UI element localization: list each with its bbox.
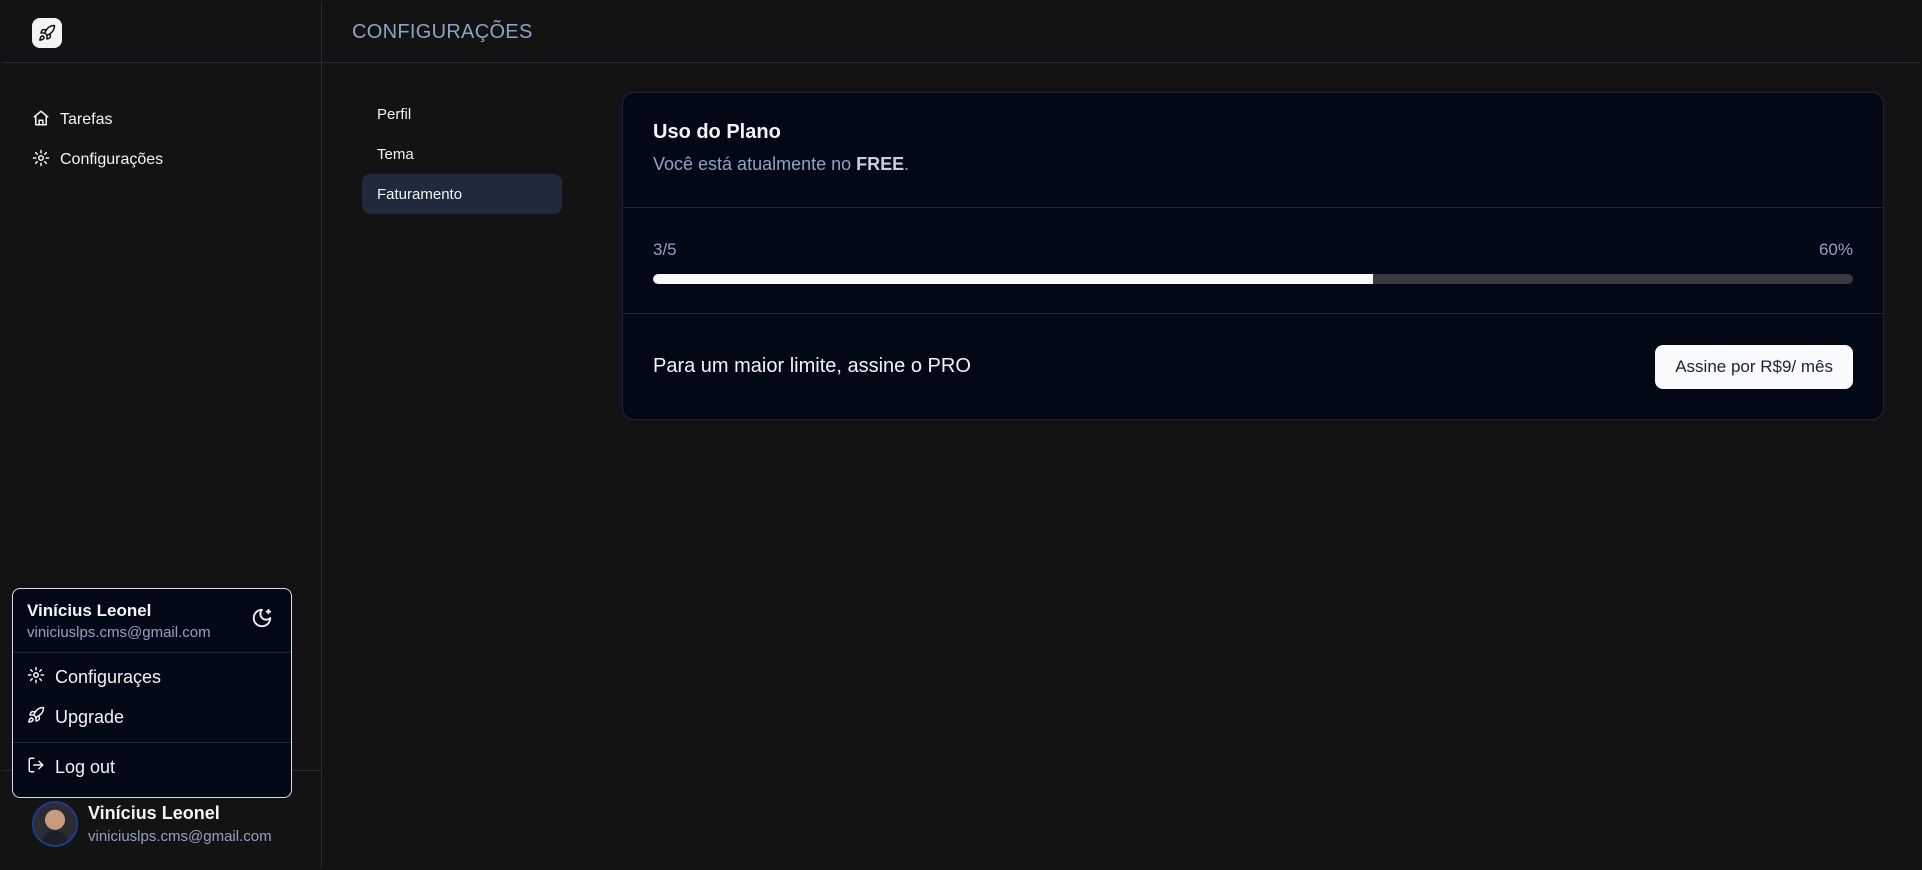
sidebar-item-tarefas[interactable]: Tarefas xyxy=(32,100,163,140)
popup-header: Vinícius Leonel viniciuslps.cms@gmail.co… xyxy=(13,589,291,653)
popup-logout-section: Log out xyxy=(13,743,291,791)
gear-icon xyxy=(32,149,50,172)
upsell-section: Para um maior limite, assine o PRO Assin… xyxy=(623,314,1883,419)
popup-item-label: Upgrade xyxy=(55,706,125,727)
user-email: viniciuslps.cms@gmail.com xyxy=(88,828,272,845)
sidebar-item-label: Configurações xyxy=(60,151,164,168)
settings-nav: Perfil Tema Faturamento xyxy=(362,94,562,214)
user-menu-trigger[interactable]: Vinícius Leonel viniciuslps.cms@gmail.co… xyxy=(32,801,272,847)
app-window: Tarefas Configurações Vinícius Leonel vi… xyxy=(2,2,1920,868)
sidebar-item-label: Tarefas xyxy=(60,111,113,128)
usage-count: 3/5 xyxy=(653,240,677,259)
rocket-icon xyxy=(27,706,45,729)
settings-tab-perfil[interactable]: Perfil xyxy=(362,94,562,134)
sidebar-item-configuracoes[interactable]: Configurações xyxy=(32,140,163,180)
settings-tab-faturamento[interactable]: Faturamento xyxy=(362,174,562,214)
card-subtitle: Você está atualmente no FREE. xyxy=(653,154,1853,175)
plan-name: FREE xyxy=(856,154,905,174)
popup-item-label: Configuraçes xyxy=(55,666,162,687)
usage-percent: 60% xyxy=(1818,240,1853,259)
user-name: Vinícius Leonel xyxy=(88,803,220,823)
popup-user-name: Vinícius Leonel xyxy=(27,601,152,620)
popup-item-configuracoes[interactable]: Configuraçes xyxy=(27,657,277,697)
logout-icon xyxy=(27,756,45,779)
progress-labels: 3/5 60% xyxy=(653,240,1853,260)
avatar xyxy=(32,801,78,847)
home-icon xyxy=(32,109,50,132)
page-header: CONFIGURAÇÕES xyxy=(322,2,1920,63)
subtitle-prefix: Você está atualmente no xyxy=(653,154,857,174)
usage-section: 3/5 60% xyxy=(623,208,1883,314)
page-title: CONFIGURAÇÕES xyxy=(352,21,533,43)
upsell-text: Para um maior limite, assine o PRO xyxy=(653,355,971,377)
subtitle-suffix: . xyxy=(904,154,910,174)
logout-button[interactable]: Log out xyxy=(27,747,277,787)
gear-icon xyxy=(27,666,45,689)
moon-stars-icon[interactable] xyxy=(251,607,273,629)
usage-progress-fill xyxy=(653,274,1373,284)
sidebar-nav: Tarefas Configurações xyxy=(32,100,163,180)
popup-items: Configuraçes Upgrade xyxy=(13,653,291,743)
popup-user-email: viniciuslps.cms@gmail.com xyxy=(27,624,211,641)
rocket-icon[interactable] xyxy=(32,18,62,48)
usage-progress-bar xyxy=(653,274,1853,284)
subscribe-button[interactable]: Assine por R$9/ mês xyxy=(1655,344,1853,389)
sidebar: Tarefas Configurações Vinícius Leonel vi… xyxy=(2,2,322,868)
card-title: Uso do Plano xyxy=(653,121,781,143)
logout-label: Log out xyxy=(55,756,116,777)
plan-usage-card: Uso do Plano Você está atualmente no FRE… xyxy=(622,92,1884,420)
card-header: Uso do Plano Você está atualmente no FRE… xyxy=(623,93,1883,208)
sidebar-header xyxy=(2,2,321,63)
user-popup-menu: Vinícius Leonel viniciuslps.cms@gmail.co… xyxy=(12,588,292,798)
popup-item-upgrade[interactable]: Upgrade xyxy=(27,697,277,737)
settings-tab-tema[interactable]: Tema xyxy=(362,134,562,174)
